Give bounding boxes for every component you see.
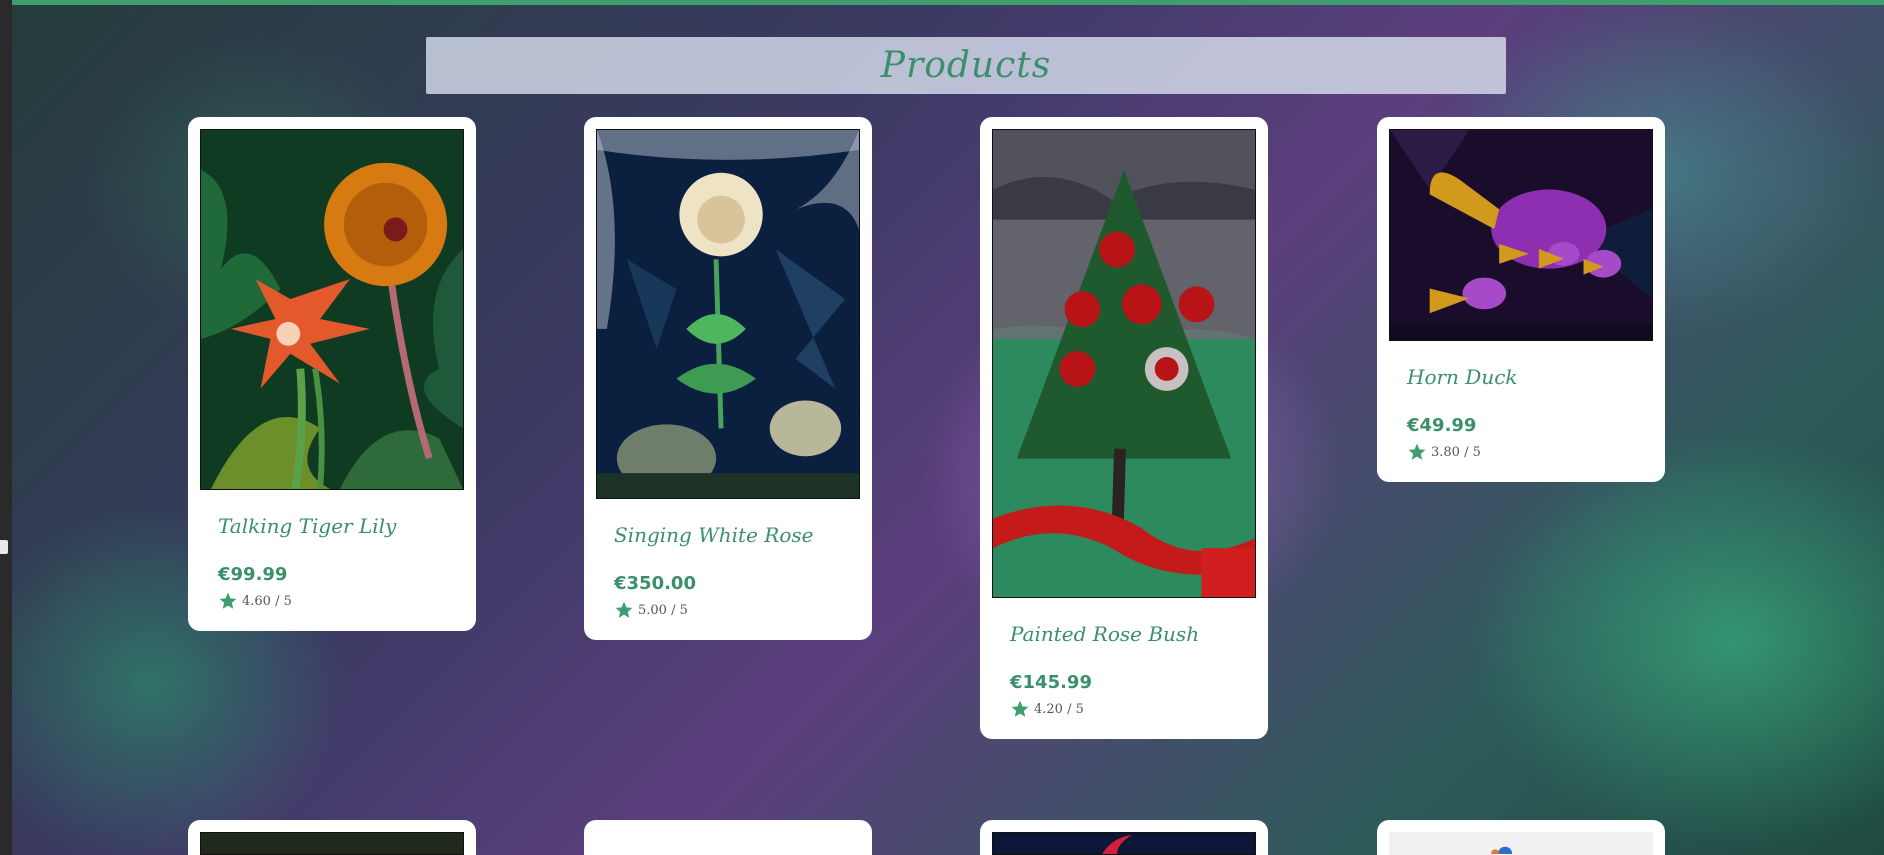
product-image[interactable] bbox=[1389, 832, 1653, 855]
product-price: €49.99 bbox=[1407, 415, 1477, 436]
side-handle-icon[interactable] bbox=[0, 540, 8, 554]
page-title: Products bbox=[880, 45, 1052, 86]
product-rating: 4.60 / 5 bbox=[218, 591, 464, 611]
product-card[interactable]: Singing White Rose €350.00 5.00 / 5 bbox=[584, 117, 872, 640]
product-card[interactable] bbox=[980, 820, 1268, 855]
product-name[interactable]: Singing White Rose bbox=[614, 523, 860, 547]
star-icon bbox=[1408, 443, 1426, 460]
product-name[interactable]: Horn Duck bbox=[1407, 365, 1653, 389]
product-image[interactable] bbox=[992, 129, 1256, 598]
product-name[interactable]: Painted Rose Bush bbox=[1010, 622, 1256, 646]
product-card[interactable]: Painted Rose Bush €145.99 4.20 / 5 bbox=[980, 117, 1268, 739]
product-image[interactable] bbox=[596, 129, 860, 499]
product-price: €99.99 bbox=[218, 564, 288, 585]
star-icon bbox=[1011, 700, 1029, 717]
product-image[interactable] bbox=[200, 129, 464, 490]
star-icon bbox=[219, 592, 237, 609]
page-header: Products bbox=[426, 37, 1506, 94]
rating-value: 4.20 / 5 bbox=[1034, 701, 1084, 717]
product-rating: 3.80 / 5 bbox=[1407, 442, 1653, 462]
product-price: €145.99 bbox=[1010, 672, 1092, 693]
rating-value: 5.00 / 5 bbox=[638, 602, 688, 618]
top-accent-bar bbox=[12, 0, 1884, 5]
product-name[interactable]: Talking Tiger Lily bbox=[218, 514, 464, 538]
product-rating: 5.00 / 5 bbox=[614, 600, 860, 620]
product-card[interactable] bbox=[188, 820, 476, 855]
rating-value: 4.60 / 5 bbox=[242, 593, 292, 609]
product-image[interactable] bbox=[1389, 129, 1653, 341]
product-card[interactable] bbox=[1377, 820, 1665, 855]
product-card[interactable]: Talking Tiger Lily €99.99 4.60 / 5 bbox=[188, 117, 476, 631]
product-card[interactable]: Horn Duck €49.99 3.80 / 5 bbox=[1377, 117, 1665, 482]
rating-value: 3.80 / 5 bbox=[1431, 444, 1481, 460]
star-icon bbox=[615, 601, 633, 618]
product-rating: 4.20 / 5 bbox=[1010, 699, 1256, 719]
product-price: €350.00 bbox=[614, 573, 696, 594]
product-image[interactable] bbox=[992, 832, 1256, 855]
left-window-edge bbox=[0, 0, 12, 855]
product-image[interactable] bbox=[200, 832, 464, 855]
product-card[interactable] bbox=[584, 820, 872, 855]
